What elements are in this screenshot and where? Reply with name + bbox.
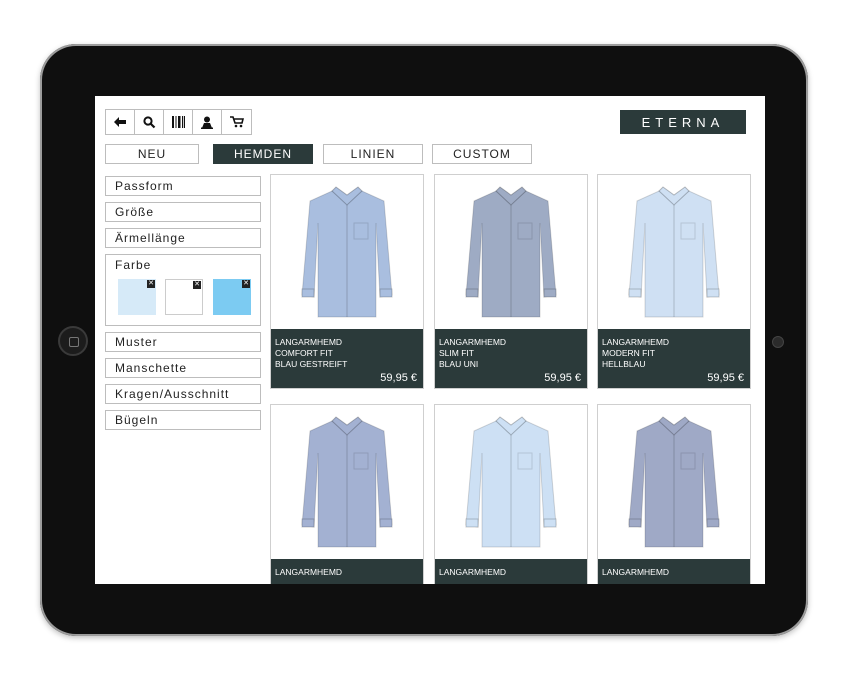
- color-swatch-sky-blue[interactable]: ✕: [213, 279, 251, 315]
- product-fit: COMFORT FIT: [275, 348, 333, 358]
- product-fit: SLIM FIT: [439, 348, 474, 358]
- product-image: [271, 405, 423, 559]
- cart-icon: [229, 116, 244, 128]
- product-info: LANGARMHEMD COMFORT FIT BLAU GESTREIFT 5…: [271, 329, 423, 388]
- product-info: LANGARMHEMD: [435, 559, 587, 584]
- product-price: 59,95 €: [380, 372, 417, 384]
- product-info: LANGARMHEMD: [271, 559, 423, 584]
- cart-button[interactable]: [222, 110, 251, 134]
- app-screen: ETERNA NEU HEMDEN LINIEN CUSTOM Passform…: [95, 96, 765, 584]
- product-info: LANGARMHEMD MODERN FIT HELLBLAU 59,95 €: [598, 329, 750, 388]
- product-type: LANGARMHEMD: [439, 567, 507, 577]
- product-image: [271, 175, 423, 329]
- shirt-image: [465, 416, 557, 548]
- product-image: [598, 405, 750, 559]
- color-swatch-white[interactable]: ✕: [165, 279, 203, 315]
- product-color: BLAU UNI: [439, 359, 479, 369]
- filter-farbe-label: Farbe: [115, 258, 152, 272]
- shirt-image: [628, 416, 720, 548]
- product-card[interactable]: LANGARMHEMD: [597, 404, 751, 584]
- tab-linien[interactable]: LINIEN: [323, 144, 423, 164]
- product-info: LANGARMHEMD SLIM FIT BLAU UNI 59,95 €: [435, 329, 587, 388]
- product-card[interactable]: LANGARMHEMD: [434, 404, 588, 584]
- shirt-image: [301, 416, 393, 548]
- product-color: BLAU GESTREIFT: [275, 359, 348, 369]
- product-card[interactable]: LANGARMHEMD SLIM FIT BLAU UNI 59,95 €: [434, 174, 588, 389]
- product-type: LANGARMHEMD: [439, 337, 507, 347]
- product-fit: MODERN FIT: [602, 348, 655, 358]
- home-button[interactable]: [58, 326, 88, 356]
- toolbar: [105, 109, 252, 135]
- brand-logo[interactable]: ETERNA: [620, 110, 746, 134]
- search-icon: [142, 115, 155, 128]
- filter-muster[interactable]: Muster: [105, 332, 261, 352]
- product-price: 59,95 €: [544, 372, 581, 384]
- product-type: LANGARMHEMD: [275, 337, 343, 347]
- remove-swatch-icon[interactable]: ✕: [242, 280, 250, 288]
- shirt-image: [301, 186, 393, 318]
- product-price: 59,95 €: [707, 372, 744, 384]
- filter-passform[interactable]: Passform: [105, 176, 261, 196]
- product-type: LANGARMHEMD: [275, 567, 343, 577]
- barcode-button[interactable]: [164, 110, 193, 134]
- product-image: [435, 175, 587, 329]
- camera-dot: [772, 336, 784, 348]
- remove-swatch-icon[interactable]: ✕: [147, 280, 155, 288]
- barcode-icon: [171, 116, 185, 128]
- shirt-image: [465, 186, 557, 318]
- tab-hemden[interactable]: HEMDEN: [213, 144, 313, 164]
- shirt-image: [628, 186, 720, 318]
- product-card[interactable]: LANGARMHEMD: [270, 404, 424, 584]
- product-card[interactable]: LANGARMHEMD COMFORT FIT BLAU GESTREIFT 5…: [270, 174, 424, 389]
- filter-kragen[interactable]: Kragen/Ausschnitt: [105, 384, 261, 404]
- color-swatch-light-blue[interactable]: ✕: [118, 279, 156, 315]
- filter-buegeln[interactable]: Bügeln: [105, 410, 261, 430]
- product-type: LANGARMHEMD: [602, 567, 670, 577]
- tab-custom[interactable]: CUSTOM: [432, 144, 532, 164]
- back-button[interactable]: [106, 110, 135, 134]
- product-info: LANGARMHEMD: [598, 559, 750, 584]
- back-arrow-icon: [114, 117, 126, 127]
- product-type: LANGARMHEMD: [602, 337, 670, 347]
- search-button[interactable]: [135, 110, 164, 134]
- tab-neu[interactable]: NEU: [105, 144, 199, 164]
- product-card[interactable]: LANGARMHEMD MODERN FIT HELLBLAU 59,95 €: [597, 174, 751, 389]
- filter-aermellaenge[interactable]: Ärmellänge: [105, 228, 261, 248]
- filter-farbe: Farbe ✕ ✕ ✕: [105, 254, 261, 326]
- product-image: [435, 405, 587, 559]
- remove-swatch-icon[interactable]: ✕: [193, 281, 201, 289]
- product-image: [598, 175, 750, 329]
- account-button[interactable]: [193, 110, 222, 134]
- filter-manschette[interactable]: Manschette: [105, 358, 261, 378]
- product-color: HELLBLAU: [602, 359, 646, 369]
- user-icon: [201, 116, 213, 129]
- filter-groesse[interactable]: Größe: [105, 202, 261, 222]
